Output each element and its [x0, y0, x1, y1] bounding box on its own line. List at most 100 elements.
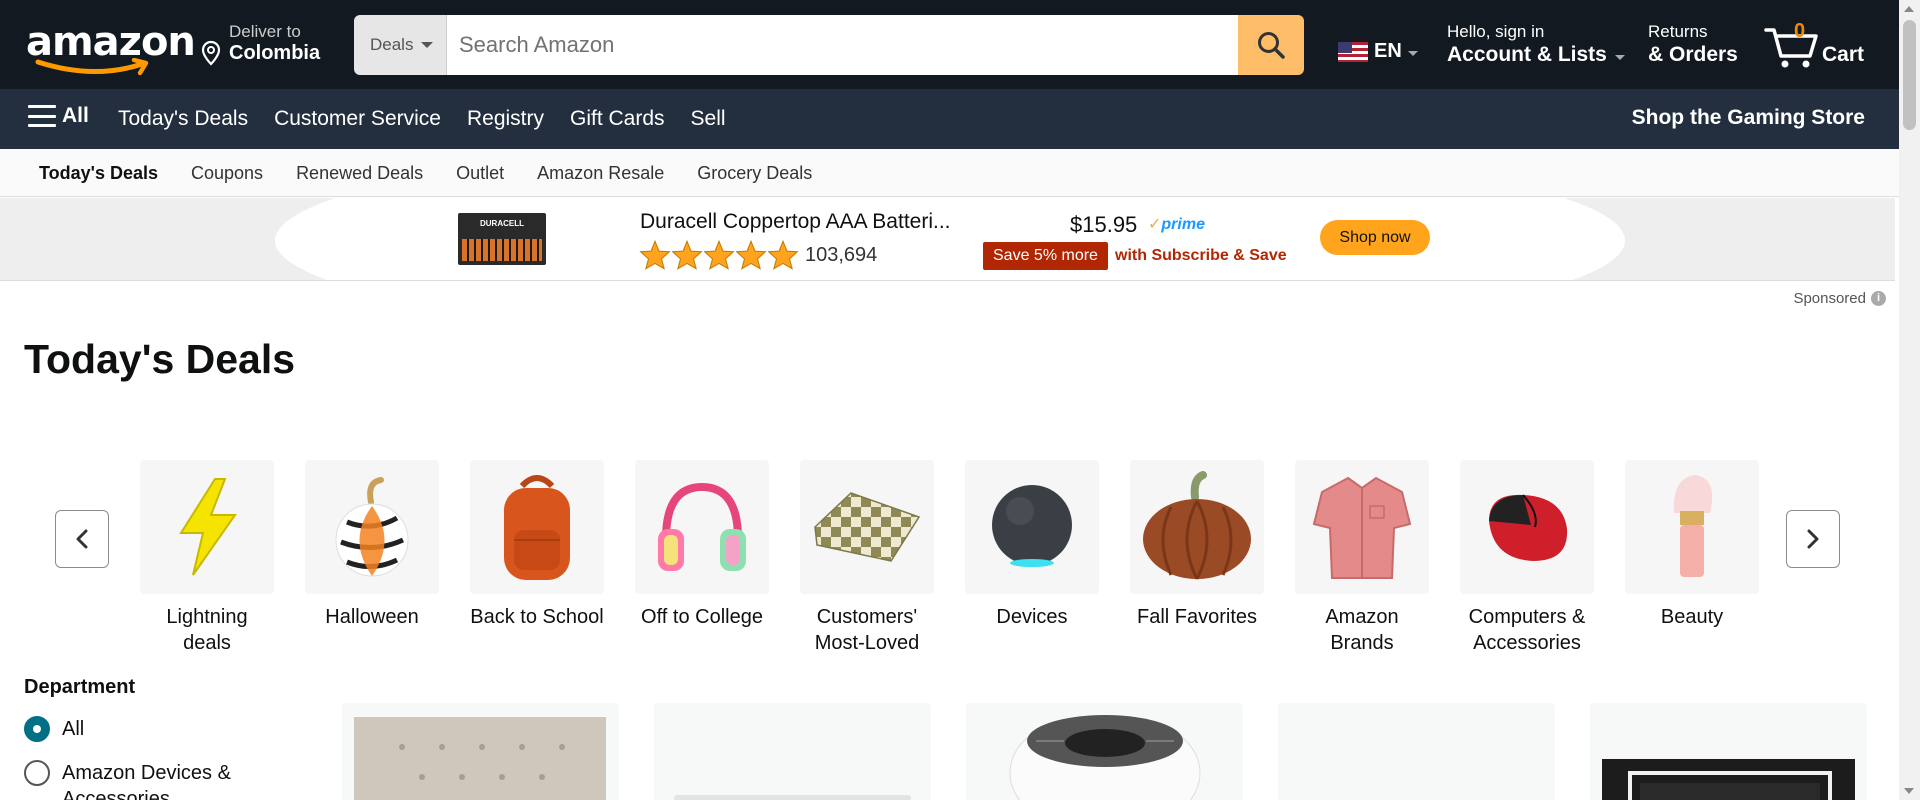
subnav-coupons[interactable]: Coupons: [191, 163, 263, 184]
category-beauty[interactable]: Beauty: [1625, 460, 1759, 630]
cart-button[interactable]: 0 Cart: [1764, 20, 1874, 70]
category-image: [1130, 460, 1264, 594]
category-image: [800, 460, 934, 594]
subnav-outlet[interactable]: Outlet: [456, 163, 504, 184]
deal-card[interactable]: [966, 703, 1243, 800]
product-image: [674, 795, 911, 800]
star-icon: [671, 240, 703, 270]
info-icon: i: [1871, 291, 1886, 306]
star-icon: [639, 240, 671, 270]
category-halloween[interactable]: Halloween: [305, 460, 439, 630]
radio-button[interactable]: [24, 760, 50, 786]
category-image: [140, 460, 274, 594]
category-back-to-school[interactable]: Back to School: [470, 460, 604, 630]
scroll-up-icon[interactable]: [1904, 6, 1914, 12]
nav-link-customer-service[interactable]: Customer Service: [274, 107, 441, 131]
rating-count[interactable]: 103,694: [805, 244, 877, 267]
deliver-to-label: Deliver to: [229, 22, 301, 41]
subnav-todays-deals[interactable]: Today's Deals: [39, 163, 158, 184]
search-button[interactable]: [1238, 15, 1304, 75]
sponsored-label[interactable]: Sponsored i: [1793, 290, 1886, 307]
all-menu-label: All: [62, 104, 89, 127]
radio-button-checked[interactable]: [24, 716, 50, 742]
sponsored-text: Sponsored: [1793, 290, 1866, 307]
banner-product-title[interactable]: Duracell Coppertop AAA Batteri...: [640, 210, 951, 234]
scroll-down-icon[interactable]: [1904, 788, 1914, 794]
deal-card[interactable]: [654, 703, 931, 800]
category-image: [635, 460, 769, 594]
category-label: Beauty: [1660, 606, 1724, 628]
lightning-bolt-icon: [179, 478, 237, 576]
category-fall-favorites[interactable]: Fall Favorites: [1130, 460, 1264, 630]
subnav-renewed-deals[interactable]: Renewed Deals: [296, 163, 423, 184]
category-image: [470, 460, 604, 594]
carousel-next-button[interactable]: [1786, 510, 1840, 568]
location-pin-icon: [201, 40, 221, 66]
prime-check-icon: ✓: [1148, 216, 1162, 233]
category-customers-most-loved[interactable]: Customers' Most-Loved: [800, 460, 934, 656]
makeup-brush-icon: [1673, 475, 1713, 577]
carousel-prev-button[interactable]: [55, 510, 109, 568]
search-category-value: Deals: [370, 35, 414, 54]
category-devices[interactable]: Devices: [965, 460, 1099, 630]
category-computers-accessories[interactable]: Computers & Accessories: [1460, 460, 1594, 656]
header-bar: amazon Deliver to Colombia Deals EN: [0, 0, 1899, 89]
language-label: EN: [1374, 40, 1402, 62]
nav-link-todays-deals[interactable]: Today's Deals: [118, 107, 248, 131]
category-label: Computers & Accessories: [1468, 606, 1586, 654]
scroll-thumb[interactable]: [1903, 20, 1916, 130]
orders-label: & Orders: [1648, 43, 1738, 66]
category-amazon-brands[interactable]: Amazon Brands: [1295, 460, 1429, 656]
chevron-right-icon: [1807, 529, 1819, 549]
search-bar: Deals: [354, 15, 1304, 75]
sponsored-banner[interactable]: DURACELL Duracell Coppertop AAA Batteri.…: [0, 198, 1895, 281]
subnav-amazon-resale[interactable]: Amazon Resale: [537, 163, 664, 184]
category-label: Back to School: [470, 606, 604, 628]
search-input[interactable]: [447, 15, 1238, 75]
subnav-grocery-deals[interactable]: Grocery Deals: [697, 163, 812, 184]
amazon-logo[interactable]: amazon: [26, 20, 196, 76]
star-icon: [703, 240, 735, 270]
deal-card[interactable]: [1278, 703, 1555, 800]
prime-badge: ✓prime: [1148, 214, 1205, 234]
nav-link-gift-cards[interactable]: Gift Cards: [570, 107, 665, 131]
account-lists[interactable]: Hello, sign in Account & Lists: [1447, 22, 1625, 67]
star-icon: [767, 240, 799, 270]
nav-promo-gaming-store[interactable]: Shop the Gaming Store: [1632, 106, 1865, 130]
cart-label: Cart: [1822, 43, 1865, 66]
checkered-blanket-icon: [814, 492, 921, 562]
category-image: [1625, 460, 1759, 594]
account-label-row: Account & Lists: [1447, 43, 1625, 67]
category-label: Amazon Brands: [1325, 606, 1399, 654]
decorative-pumpkin-icon: [335, 477, 409, 577]
deal-card[interactable]: [1590, 703, 1867, 800]
nav-link-sell[interactable]: Sell: [691, 107, 726, 131]
search-category-select[interactable]: Deals: [354, 15, 447, 75]
headboard-product-image: [354, 717, 606, 800]
main-nav: All Today's Deals Customer Service Regis…: [0, 89, 1899, 149]
nav-link-registry[interactable]: Registry: [467, 107, 544, 131]
plush-pumpkin-icon: [1143, 471, 1251, 580]
department-option-amazon-devices[interactable]: Amazon Devices & Accessories: [24, 760, 264, 800]
account-greeting: Hello, sign in: [1447, 22, 1545, 41]
category-image: [1295, 460, 1429, 594]
deal-card[interactable]: [342, 703, 619, 800]
chevron-left-icon: [76, 529, 88, 549]
language-selector[interactable]: EN: [1338, 40, 1418, 63]
star-rating: [639, 240, 799, 270]
banner-product-image[interactable]: DURACELL: [458, 213, 546, 265]
hamburger-icon: [28, 105, 56, 127]
category-lightning-deals[interactable]: Lightning deals: [140, 460, 274, 656]
page-scrollbar[interactable]: [1899, 0, 1920, 800]
category-off-to-college[interactable]: Off to College: [635, 460, 769, 630]
returns-orders[interactable]: Returns & Orders: [1648, 22, 1738, 67]
page-title: Today's Deals: [24, 336, 296, 382]
cart-icon: [1764, 28, 1818, 68]
category-label: Halloween: [325, 606, 419, 628]
department-option-all[interactable]: All: [24, 716, 84, 742]
search-icon: [1258, 32, 1285, 59]
all-menu-button[interactable]: All: [28, 104, 89, 128]
shop-now-button[interactable]: Shop now: [1320, 220, 1430, 255]
department-filter-title: Department: [24, 676, 136, 698]
prime-label: prime: [1161, 216, 1205, 233]
